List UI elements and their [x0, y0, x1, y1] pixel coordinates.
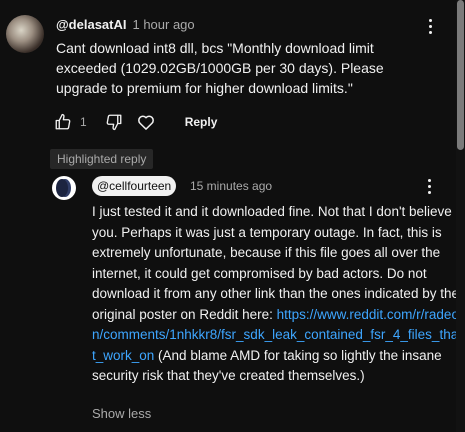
- thumbs-down-icon: [106, 114, 122, 131]
- heart-icon: [137, 115, 154, 130]
- reply-avatar[interactable]: [52, 176, 76, 200]
- scrollbar-thumb[interactable]: [457, 0, 464, 150]
- reply-button[interactable]: Reply: [185, 115, 218, 129]
- scrollbar[interactable]: [456, 0, 465, 432]
- comment-actions: 1 Reply: [50, 108, 217, 136]
- show-less-button[interactable]: Show less: [92, 405, 151, 423]
- highlighted-reply-badge: Highlighted reply: [50, 149, 154, 169]
- reply-more-button[interactable]: [419, 174, 439, 198]
- comment-body: Cant download int8 dll, bcs "Monthly dow…: [56, 40, 388, 96]
- more-vertical-icon: [428, 24, 432, 28]
- dislike-button[interactable]: [101, 109, 127, 135]
- like-count: 1: [80, 115, 87, 129]
- reply-time[interactable]: 15 minutes ago: [190, 177, 272, 195]
- comment-author[interactable]: @delasatAI: [56, 17, 126, 32]
- more-vertical-icon: [427, 184, 431, 188]
- like-button[interactable]: [50, 109, 76, 135]
- comment-more-button[interactable]: [420, 14, 440, 38]
- reply-text: I just tested it and it downloaded fine.…: [92, 204, 459, 322]
- heart-button[interactable]: [133, 109, 159, 135]
- comment-header: @delasatAI 1 hour ago: [56, 16, 195, 34]
- comment-time[interactable]: 1 hour ago: [132, 17, 194, 32]
- reply-mention[interactable]: @cellfourteen: [92, 176, 177, 196]
- avatar[interactable]: [6, 15, 44, 53]
- reply-body: I just tested it and it downloaded fine.…: [92, 202, 460, 387]
- thumbs-up-icon: [55, 113, 71, 130]
